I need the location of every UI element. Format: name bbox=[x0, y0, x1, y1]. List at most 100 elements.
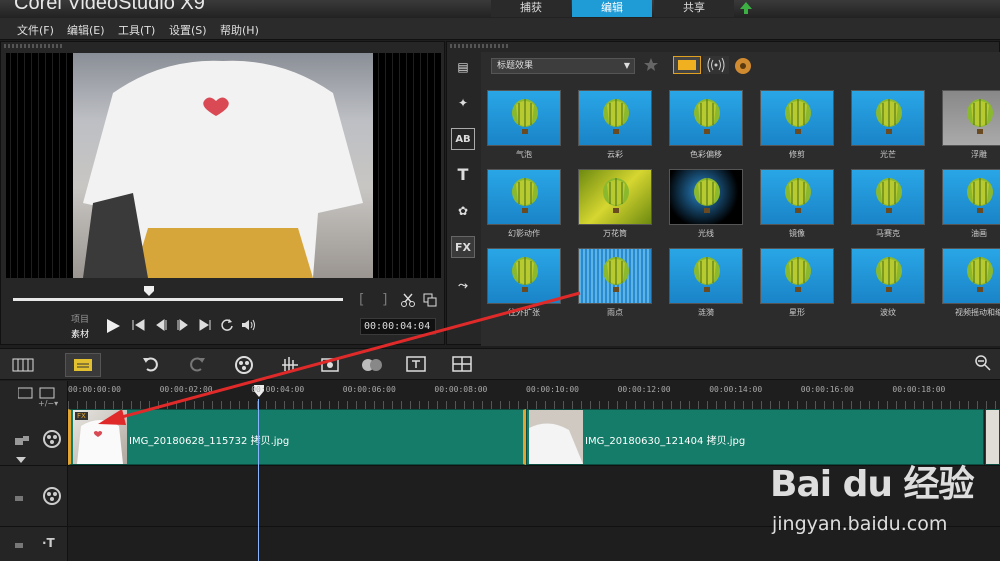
filter-thumbnail[interactable] bbox=[578, 169, 652, 225]
library-content: 标题效果 ▼ 气泡 云彩 色彩偏移 修剪 光芒 浮雕 幻影动作 万花筒 光线 镜像 马赛克 油画 往外扩… bbox=[481, 52, 1000, 346]
watermark-logo: Bai du 经验 bbox=[770, 464, 975, 505]
filter-thumbnail[interactable] bbox=[487, 169, 561, 225]
multi-camera-icon[interactable] bbox=[452, 355, 472, 373]
clip-thumbnail bbox=[529, 410, 583, 464]
home-icon[interactable] bbox=[132, 318, 145, 332]
rain-effect-overlay bbox=[378, 53, 438, 278]
filter-thumbnail[interactable] bbox=[669, 90, 743, 146]
category-dropdown[interactable]: 标题效果 ▼ bbox=[491, 58, 635, 74]
fx-filter-icon[interactable]: FX bbox=[451, 236, 475, 258]
tab-capture[interactable]: 捕获 bbox=[491, 0, 571, 17]
track-lock-icon[interactable] bbox=[14, 492, 24, 502]
menu-edit[interactable]: 编辑(E) bbox=[67, 22, 105, 38]
video-clip[interactable]: FX IMG_20180628_115732 拷贝.jpg bbox=[68, 409, 526, 465]
previous-frame-icon[interactable] bbox=[154, 318, 168, 332]
mark-in-button[interactable]: [ bbox=[359, 292, 364, 308]
scissors-icon[interactable] bbox=[401, 293, 415, 307]
filter-thumbnail[interactable] bbox=[851, 248, 925, 304]
clip-name: IMG_20180630_121404 拷贝.jpg bbox=[585, 436, 746, 447]
scrubber-handle[interactable] bbox=[144, 286, 154, 296]
subtitle-editor-icon[interactable] bbox=[406, 355, 426, 373]
redo-icon[interactable] bbox=[188, 355, 206, 373]
video-filter-toggle[interactable] bbox=[673, 56, 701, 74]
panel-grip[interactable] bbox=[450, 44, 510, 48]
filter-label: 修剪 bbox=[789, 150, 805, 159]
filter-thumbnail[interactable] bbox=[578, 248, 652, 304]
filter-thumbnail[interactable] bbox=[760, 248, 834, 304]
motion-tracking-icon[interactable] bbox=[360, 355, 384, 375]
chevron-down-icon[interactable] bbox=[16, 457, 26, 463]
ruler-tick-label: 00:00:14:00 bbox=[709, 385, 763, 394]
menu-file[interactable]: 文件(F) bbox=[17, 22, 54, 38]
menu-settings[interactable]: 设置(S) bbox=[169, 22, 207, 38]
video-track-icon bbox=[43, 430, 61, 448]
mode-clip[interactable]: 素材 bbox=[71, 327, 89, 340]
favorite-star-icon[interactable] bbox=[643, 57, 663, 73]
filter-thumbnail[interactable] bbox=[942, 169, 1000, 225]
options-gear-icon[interactable] bbox=[734, 57, 752, 75]
chevron-down-icon: ▼ bbox=[623, 61, 630, 70]
filter-thumbnail[interactable] bbox=[942, 248, 1000, 304]
menu-help[interactable]: 帮助(H) bbox=[220, 22, 259, 38]
filter-thumbnail[interactable] bbox=[578, 90, 652, 146]
filter-thumbnail[interactable] bbox=[669, 169, 743, 225]
title-icon[interactable]: T bbox=[451, 164, 475, 186]
storyboard-view-icon[interactable] bbox=[12, 358, 34, 372]
filter-label: 万花筒 bbox=[603, 229, 627, 238]
record-capture-icon[interactable] bbox=[234, 355, 254, 375]
track-lock-icon[interactable] bbox=[14, 433, 30, 447]
transition-icon[interactable]: AB bbox=[451, 128, 475, 150]
auto-music-icon[interactable] bbox=[320, 355, 340, 375]
sound-mixer-icon[interactable] bbox=[280, 355, 300, 375]
filter-label: 视频摇动和缩 bbox=[955, 308, 1000, 317]
timecode-display[interactable]: 00:00:04:04 bbox=[360, 318, 436, 335]
scrubber-track[interactable] bbox=[13, 298, 343, 301]
tab-share[interactable]: 共享 bbox=[654, 0, 734, 17]
filter-thumbnail[interactable] bbox=[487, 90, 561, 146]
media-icon[interactable]: ▤ bbox=[451, 56, 475, 78]
volume-icon[interactable] bbox=[241, 318, 257, 332]
ruler-tick-label: 00:00:04:00 bbox=[251, 385, 305, 394]
filter-thumbnail[interactable] bbox=[487, 248, 561, 304]
filter-thumbnail[interactable] bbox=[669, 248, 743, 304]
undo-icon[interactable] bbox=[142, 355, 160, 373]
upload-arrow-icon[interactable] bbox=[738, 1, 754, 15]
ruler-tick-label: 00:00:08:00 bbox=[434, 385, 488, 394]
filter-label: 雨点 bbox=[607, 308, 623, 317]
rain-effect-overlay bbox=[10, 53, 70, 278]
path-icon[interactable]: ⤳ bbox=[451, 274, 475, 296]
add-remove-chapter[interactable]: +/−▾ bbox=[38, 399, 58, 408]
mode-project[interactable]: 项目 bbox=[71, 312, 89, 325]
filter-label: 浮雕 bbox=[971, 150, 987, 159]
app-title: Corel VideoStudio X9 bbox=[14, 0, 205, 14]
next-frame-icon[interactable] bbox=[176, 318, 190, 332]
tab-edit[interactable]: 编辑 bbox=[572, 0, 652, 17]
filter-thumbnail[interactable] bbox=[760, 90, 834, 146]
filter-thumbnail[interactable] bbox=[942, 90, 1000, 146]
zoom-out-icon[interactable] bbox=[975, 355, 991, 371]
timeline-ruler[interactable]: 00:00:00:00 00:00:02:00 00:00:04:00 00:00:0… bbox=[68, 381, 1000, 409]
filter-label: 涟漪 bbox=[698, 308, 714, 317]
track-headers: +/−▾ ·T bbox=[0, 381, 68, 561]
audio-waves-icon bbox=[707, 57, 725, 73]
filter-thumbnail[interactable] bbox=[760, 169, 834, 225]
timeline-view-button[interactable] bbox=[65, 353, 101, 377]
copy-icon[interactable] bbox=[423, 293, 437, 307]
audio-filter-toggle[interactable] bbox=[703, 56, 729, 74]
filter-thumbnail[interactable] bbox=[851, 90, 925, 146]
end-icon[interactable] bbox=[198, 318, 212, 332]
filter-thumbnail[interactable] bbox=[851, 169, 925, 225]
mark-out-button[interactable]: ] bbox=[382, 292, 387, 308]
ruler-tick-label: 00:00:06:00 bbox=[342, 385, 396, 394]
baidu-watermark: Bai du 经验 jingyan.baidu.com bbox=[770, 455, 990, 555]
filter-label: 云彩 bbox=[607, 150, 623, 159]
track-manager-icon[interactable] bbox=[18, 387, 58, 399]
clip-thumbnail: FX bbox=[73, 410, 127, 464]
track-lock-icon[interactable] bbox=[14, 539, 24, 549]
graphics-icon[interactable]: ✿ bbox=[451, 200, 475, 222]
instant-project-icon[interactable]: ✦ bbox=[451, 92, 475, 114]
menu-tools[interactable]: 工具(T) bbox=[118, 22, 155, 38]
play-icon[interactable] bbox=[104, 318, 122, 334]
panel-grip[interactable] bbox=[4, 44, 64, 48]
repeat-icon[interactable] bbox=[220, 318, 234, 332]
